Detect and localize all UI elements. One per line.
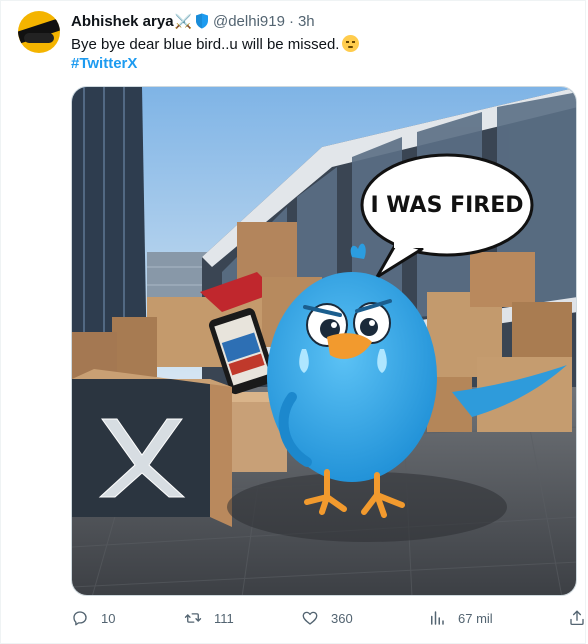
speech-bubble-text: I WAS FIRED <box>370 193 523 218</box>
avatar[interactable] <box>18 11 60 53</box>
tweet-text: Bye bye dear blue bird..u will be missed… <box>71 35 360 55</box>
share-button[interactable] <box>568 609 586 627</box>
views-button[interactable]: 67 mil <box>428 609 493 627</box>
hashtag-link[interactable]: #TwitterX <box>71 54 137 74</box>
relieved-face-icon <box>342 35 360 52</box>
share-icon <box>570 610 584 626</box>
like-count: 360 <box>331 610 353 626</box>
tweet-body: Bye bye dear blue bird..u will be missed… <box>71 36 340 53</box>
tweet-card[interactable]: Abhishek arya ⚔️ @delhi919 · 3h Bye bye … <box>0 0 586 644</box>
reply-button[interactable]: 10 <box>71 609 115 627</box>
like-button[interactable]: 360 <box>301 609 353 627</box>
tweet-header: Abhishek arya ⚔️ @delhi919 · 3h <box>71 12 315 30</box>
bar-chart-icon <box>431 611 444 625</box>
tweet-image[interactable]: I WAS FIRED <box>71 86 577 596</box>
shield-icon <box>195 13 209 29</box>
retweet-button[interactable]: 111 <box>184 609 234 627</box>
image-scene: I WAS FIRED <box>72 87 576 595</box>
separator-dot: · <box>288 12 294 30</box>
avatar-band-lower <box>24 33 54 43</box>
crossed-swords-icon: ⚔️ <box>174 12 192 29</box>
handle[interactable]: @delhi919 <box>213 13 285 30</box>
view-count: 67 mil <box>458 610 493 626</box>
action-bar: 10 111 360 67 mil <box>71 609 584 629</box>
reply-count: 10 <box>101 610 116 626</box>
heart-icon <box>302 611 318 625</box>
display-name[interactable]: Abhishek arya <box>71 13 174 30</box>
timestamp[interactable]: 3h <box>298 13 315 30</box>
x-logo-box <box>72 369 232 527</box>
retweet-icon <box>184 613 202 623</box>
speech-bubble-icon <box>73 611 87 626</box>
retweet-count: 111 <box>214 610 234 626</box>
